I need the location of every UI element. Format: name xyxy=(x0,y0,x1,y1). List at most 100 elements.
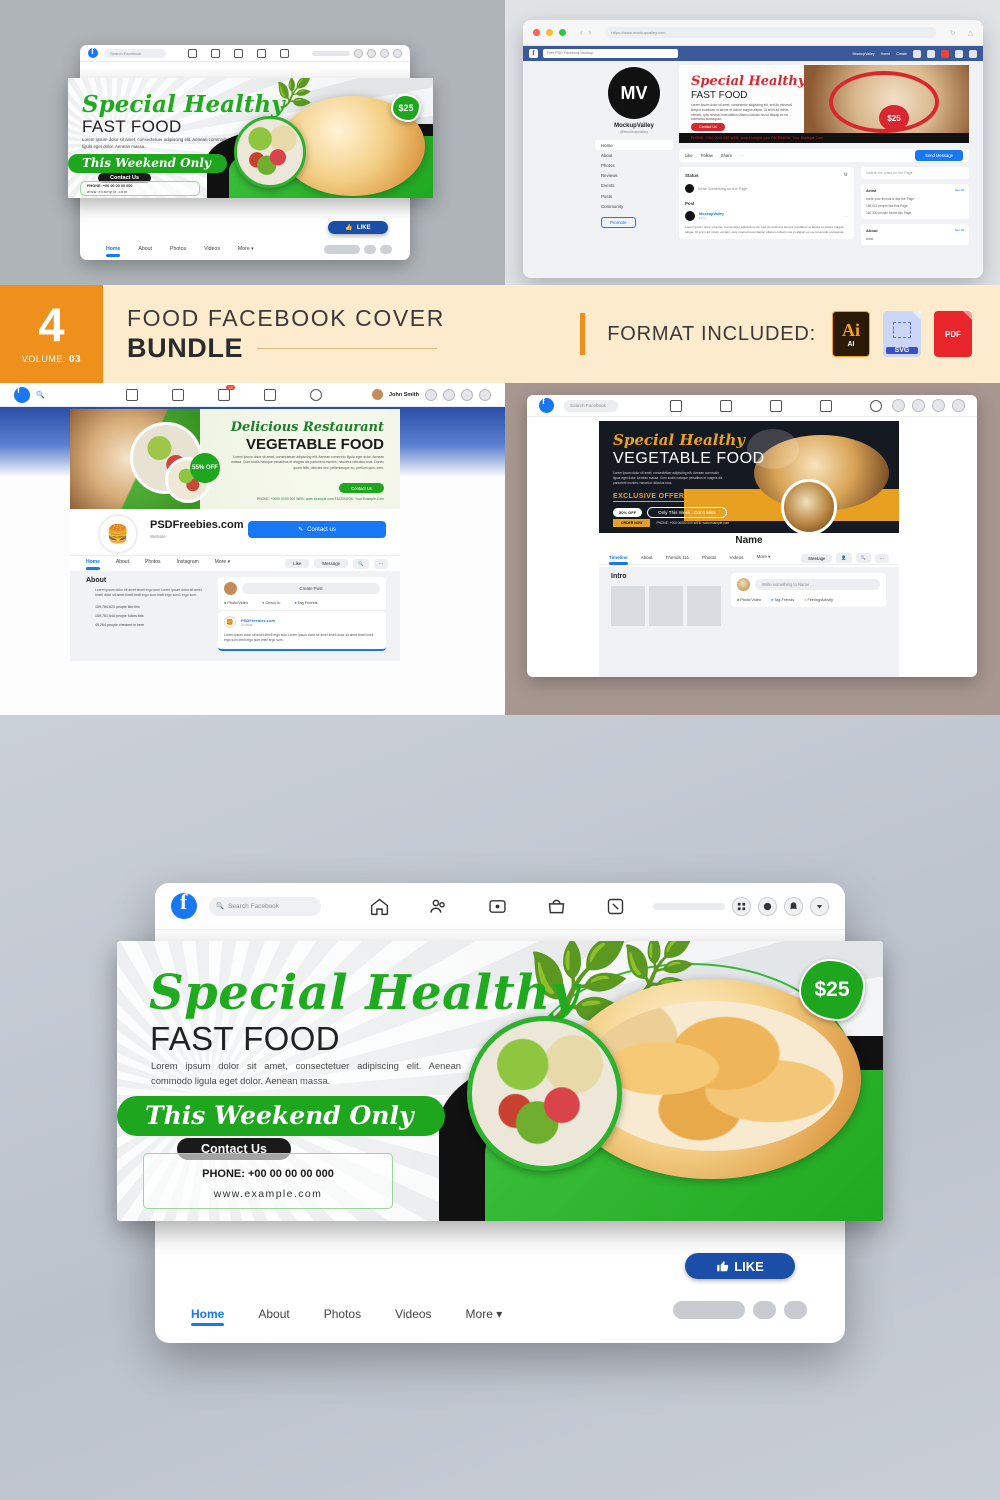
tab-videos[interactable]: Videos xyxy=(204,246,220,252)
more-options-icon[interactable]: ⋯ xyxy=(874,553,889,563)
groups-icon[interactable] xyxy=(309,388,322,401)
tab-home[interactable]: Home xyxy=(86,559,100,570)
profile-name[interactable]: John Smith xyxy=(389,392,419,398)
create-post-input[interactable]: Create Post xyxy=(242,583,380,594)
video-icon[interactable] xyxy=(487,896,508,917)
reload-icon[interactable]: ↻ xyxy=(950,29,956,37)
groups-icon[interactable] xyxy=(605,896,626,917)
facebook-logo-icon[interactable]: f xyxy=(529,49,538,58)
tab-about[interactable]: About xyxy=(258,1307,289,1321)
tab-photos[interactable]: Photos xyxy=(324,1307,361,1321)
more-options-icon[interactable]: ⋯ xyxy=(373,558,388,569)
sidebar-item-photos[interactable]: Photos xyxy=(595,160,673,170)
footer-pill-long[interactable] xyxy=(673,1301,745,1319)
home-icon[interactable] xyxy=(369,896,390,917)
tab-more[interactable]: More ▾ xyxy=(756,554,770,560)
facebook-logo-icon[interactable] xyxy=(88,47,98,58)
tab-more[interactable]: More ▾ xyxy=(238,246,254,252)
like-button[interactable]: Like xyxy=(685,153,693,158)
marketplace-icon[interactable] xyxy=(257,48,266,58)
menu-grid-icon[interactable] xyxy=(732,896,751,916)
search-icon[interactable]: 🔍 xyxy=(855,553,871,563)
see-all-link[interactable]: See All xyxy=(955,188,964,193)
tab-home[interactable]: Home xyxy=(106,246,121,257)
tag-friends-button[interactable]: ● Tag Friends xyxy=(294,601,317,605)
notifications-icon[interactable] xyxy=(380,48,389,58)
share-button[interactable]: Share xyxy=(721,153,732,158)
messenger-icon[interactable] xyxy=(443,388,455,401)
sidebar-item-posts[interactable]: Posts xyxy=(595,191,673,201)
tab-photos[interactable]: Photos xyxy=(145,559,161,565)
like-button[interactable]: 👍 LIKE xyxy=(328,221,388,234)
search-input[interactable]: Search Facebook xyxy=(104,48,166,58)
search-input[interactable]: Search Facebook xyxy=(564,399,618,412)
tab-instagram[interactable]: Instagram xyxy=(177,559,199,565)
like-button[interactable]: Like xyxy=(285,559,310,568)
home-icon[interactable] xyxy=(670,399,682,412)
sidebar-item-reviews[interactable]: Reviews xyxy=(595,171,673,181)
tab-photos[interactable]: Photos xyxy=(702,555,716,560)
avatar[interactable] xyxy=(372,389,384,400)
share-icon[interactable]: △ xyxy=(968,29,973,37)
messenger-icon[interactable] xyxy=(758,896,777,916)
tab-photos[interactable]: Photos xyxy=(170,246,186,252)
search-input[interactable]: Free PSD Facebook Mockup xyxy=(543,49,678,58)
search-icon[interactable]: 🔍 xyxy=(353,558,369,569)
sidebar-item-about[interactable]: About xyxy=(595,150,673,160)
home-icon[interactable] xyxy=(125,388,138,401)
messenger-icon[interactable] xyxy=(367,48,376,58)
facebook-logo-icon[interactable] xyxy=(14,386,30,403)
account-chevron-icon[interactable] xyxy=(810,896,829,916)
like-button[interactable]: LIKE xyxy=(685,1253,795,1279)
create-icon[interactable] xyxy=(425,388,437,401)
footer-pill-a[interactable] xyxy=(753,1301,776,1319)
composer-input[interactable]: Write something to Name ... xyxy=(755,579,880,590)
tab-more[interactable]: More ▾ xyxy=(215,559,230,565)
avatar[interactable]: 🍔 xyxy=(98,514,138,554)
sidebar-item-home[interactable]: Home xyxy=(595,140,673,151)
notifications-icon[interactable] xyxy=(932,399,945,412)
status-input[interactable]: Write Something on the Page xyxy=(698,187,748,191)
marketplace-icon[interactable] xyxy=(546,896,567,917)
tab-videos[interactable]: Videos xyxy=(395,1307,431,1321)
window-minimize-button[interactable] xyxy=(546,29,553,36)
account-chevron-icon[interactable] xyxy=(952,399,965,412)
photo-video-button[interactable]: ■ Photo/Video xyxy=(737,598,761,602)
facebook-logo-icon[interactable] xyxy=(171,889,197,919)
message-button[interactable]: Message xyxy=(801,553,833,563)
order-now-button[interactable]: ORDER NOW xyxy=(613,519,651,527)
photo-video-button[interactable]: ■ Photo/Video xyxy=(224,601,248,605)
account-chevron-icon[interactable] xyxy=(393,48,402,58)
cover-contact-button[interactable]: Contact Us xyxy=(691,123,725,131)
footer-pill-a[interactable] xyxy=(364,245,376,254)
notifications-icon[interactable] xyxy=(941,49,949,58)
friends-icon[interactable] xyxy=(211,48,220,58)
forward-icon[interactable]: › xyxy=(589,28,592,37)
tab-timeline[interactable]: Timeline xyxy=(609,555,628,565)
help-icon[interactable] xyxy=(955,49,963,58)
facebook-logo-icon[interactable] xyxy=(539,397,554,413)
send-message-button[interactable]: Send Message xyxy=(915,150,963,161)
feed-author[interactable]: PSDFreebies.com xyxy=(241,618,275,623)
tab-about[interactable]: About xyxy=(116,559,129,565)
footer-pill-b[interactable] xyxy=(380,245,392,254)
video-icon[interactable] xyxy=(234,48,243,58)
tag-friends-button[interactable]: ● Tag Friends xyxy=(771,598,794,602)
nav-item-create[interactable]: Create xyxy=(896,52,907,56)
tab-home[interactable]: Home xyxy=(191,1307,225,1326)
notifications-icon[interactable]: 12 xyxy=(217,384,235,401)
footer-pill-b[interactable] xyxy=(784,1301,807,1319)
add-friend-icon[interactable]: 👤 xyxy=(836,553,852,563)
nav-item-home[interactable]: Home xyxy=(881,52,891,56)
avatar[interactable]: MV xyxy=(608,67,660,119)
notifications-bell-icon[interactable] xyxy=(461,388,473,401)
messenger-icon[interactable] xyxy=(912,399,925,412)
promote-button[interactable]: Promote xyxy=(601,217,636,229)
search-input[interactable]: 🔍 Search Facebook xyxy=(209,896,321,916)
cover-website[interactable]: www.example.com xyxy=(144,1188,392,1200)
tab-about[interactable]: About xyxy=(138,246,152,252)
nav-item-profile[interactable]: MockupValley xyxy=(853,52,875,56)
check-in-button[interactable]: ● Check In xyxy=(262,601,280,605)
tab-about[interactable]: About xyxy=(641,555,653,560)
settings-icon[interactable] xyxy=(969,49,977,58)
